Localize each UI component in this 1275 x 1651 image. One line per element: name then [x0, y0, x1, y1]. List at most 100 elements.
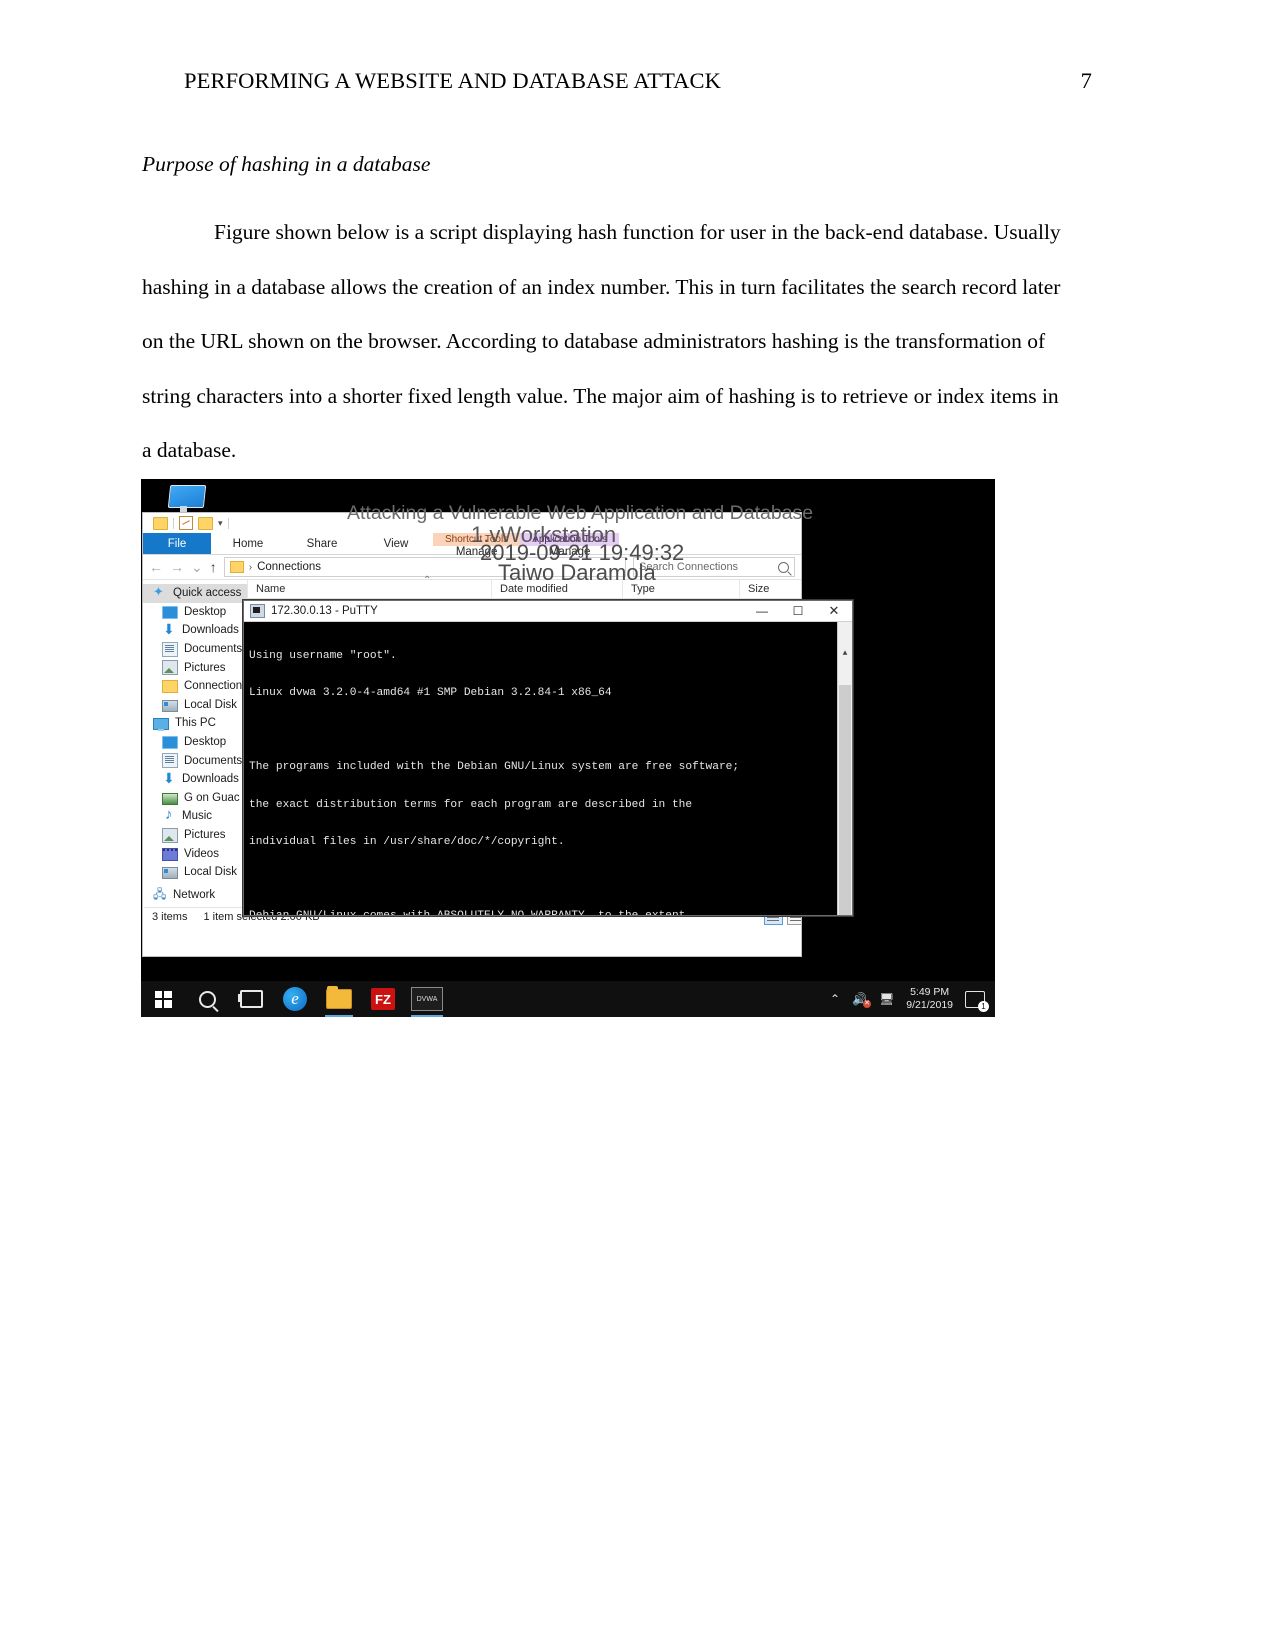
disk-icon [162, 699, 178, 712]
nav-item-label: Pictures [184, 661, 226, 674]
nav-item-quick-access[interactable]: Quick access [143, 584, 247, 603]
putty-terminal[interactable]: Using username "root". Linux dvwa 3.2.0-… [244, 622, 852, 915]
tab-view[interactable]: View [359, 533, 433, 554]
active-indicator [411, 1015, 443, 1017]
up-icon[interactable]: ↑ [210, 559, 217, 575]
terminal-scrollbar[interactable]: ▲ ▼ [837, 622, 852, 915]
muted-badge: ✕ [863, 1000, 872, 1008]
column-header-name[interactable]: Name [248, 580, 491, 598]
close-button[interactable]: ✕ [816, 602, 852, 621]
navigation-pane[interactable]: Quick access Desktop Downloads Documents… [143, 580, 248, 926]
nav-item-music[interactable]: Music [143, 806, 247, 826]
nav-item-local-disk[interactable]: Local Disk [143, 696, 247, 715]
breadcrumb-connections[interactable]: Connections [257, 561, 321, 573]
terminal-line: Debian GNU/Linux comes with ABSOLUTELY N… [249, 910, 852, 915]
start-button[interactable] [141, 981, 185, 1017]
search-placeholder: Search Connections [639, 561, 739, 573]
nav-item-label: Downloads [182, 773, 239, 786]
pictures-icon [162, 827, 178, 843]
putty-icon [250, 604, 265, 618]
chevron-down-icon[interactable]: ▾ [218, 518, 223, 529]
putty-button[interactable]: DVWA [405, 981, 449, 1017]
nav-item-pictures-pc[interactable]: Pictures [143, 826, 247, 845]
task-view-icon [237, 990, 263, 1008]
nav-item-connections[interactable]: Connections [143, 677, 247, 696]
tab-home[interactable]: Home [211, 533, 285, 554]
search-input[interactable]: Search Connections [633, 557, 795, 577]
nav-item-label: Quick access [173, 587, 242, 600]
network-icon[interactable]: 🖥 [879, 992, 894, 1006]
nav-item-local-disk-pc[interactable]: Local Disk [143, 863, 247, 882]
tab-manage-application[interactable]: Manage [520, 546, 619, 558]
nav-item-documents-pc[interactable]: Documents [143, 751, 247, 770]
column-header-row[interactable]: Name Date modified Type Size ⌃ [248, 575, 801, 599]
terminal-line: the exact distribution terms for each pr… [249, 798, 693, 811]
back-icon[interactable]: ← [149, 559, 163, 575]
toolbar-divider [173, 517, 174, 529]
forward-icon[interactable]: → [170, 559, 184, 575]
tab-file[interactable]: File [143, 533, 211, 554]
nav-item-label: Music [182, 810, 213, 823]
window-controls[interactable]: — ☐ ✕ [744, 602, 852, 621]
maximize-button[interactable]: ☐ [780, 602, 816, 621]
section-subheading: Purpose of hashing in a database [142, 152, 431, 176]
nav-item-videos[interactable]: Videos [143, 844, 247, 863]
tab-share[interactable]: Share [285, 533, 359, 554]
nav-item-label: Desktop [184, 736, 227, 749]
minimize-button[interactable]: — [744, 602, 780, 621]
scroll-thumb[interactable] [839, 684, 851, 915]
terminal-line: The programs included with the Debian GN… [249, 761, 740, 774]
show-hidden-icons-chevron-icon[interactable]: ⌃ [830, 992, 840, 1006]
running-head-title: PERFORMING A WEBSITE AND DATABASE ATTACK [184, 68, 721, 93]
properties-icon[interactable] [179, 516, 193, 530]
new-folder-icon[interactable] [198, 516, 213, 530]
nav-item-desktop-pc[interactable]: Desktop [143, 733, 247, 752]
sort-ascending-icon: ⌃ [423, 575, 432, 586]
putty-window[interactable]: 172.30.0.13 - PuTTY — ☐ ✕ Using username… [243, 600, 853, 916]
notification-badge: 1 [978, 1000, 989, 1012]
recent-locations-icon[interactable]: ⌄ [191, 559, 203, 576]
address-bar[interactable]: ← → ⌄ ↑ › Connections Search Connections [143, 555, 801, 580]
search-button[interactable] [185, 981, 229, 1017]
address-input[interactable]: › Connections [223, 557, 626, 577]
nav-item-pictures[interactable]: Pictures [143, 658, 247, 677]
action-center-icon[interactable]: 1 [965, 990, 989, 1012]
windows-taskbar[interactable]: e FZ DVWA ⌃ 🔊 ✕ 🖥 5:49 PM 9/21/2019 1 [141, 981, 995, 1017]
column-header-date-modified[interactable]: Date modified [491, 580, 622, 598]
pictures-icon [162, 660, 178, 676]
search-icon[interactable] [778, 561, 789, 573]
paragraph-text: Figure shown below is a script displayin… [142, 220, 1061, 462]
nav-item-this-pc[interactable]: This PC [143, 714, 247, 733]
nav-item-label: Videos [184, 847, 219, 860]
contextual-group-title: Shortcut Tools [433, 533, 521, 546]
folder-icon[interactable] [153, 516, 168, 530]
clock[interactable]: 5:49 PM 9/21/2019 [906, 986, 953, 1012]
task-view-button[interactable] [229, 981, 273, 1017]
chevron-right-icon[interactable]: › [249, 562, 252, 573]
ribbon-tab-bar[interactable]: File Home Share View Shortcut Tools Mana… [143, 533, 801, 558]
nav-item-downloads[interactable]: Downloads [143, 621, 247, 640]
system-tray[interactable]: ⌃ 🔊 ✕ 🖥 5:49 PM 9/21/2019 1 [830, 986, 995, 1012]
quick-access-toolbar[interactable]: ▾ [143, 513, 801, 533]
edge-button[interactable]: e [273, 981, 317, 1017]
nav-item-desktop[interactable]: Desktop [143, 603, 247, 622]
nav-item-network[interactable]: Network [143, 885, 247, 906]
tab-manage-shortcut[interactable]: Manage [433, 546, 520, 558]
nav-item-downloads-pc[interactable]: Downloads [143, 770, 247, 789]
folder-icon [229, 561, 244, 573]
search-icon [198, 990, 216, 1008]
putty-title-bar[interactable]: 172.30.0.13 - PuTTY — ☐ ✕ [244, 601, 852, 622]
filezilla-button[interactable]: FZ [361, 981, 405, 1017]
volume-icon[interactable]: 🔊 ✕ [852, 992, 872, 1008]
download-icon [162, 770, 176, 787]
nav-item-g-on-guac[interactable]: G on Guac [143, 789, 247, 808]
folder-icon [162, 680, 178, 694]
column-header-type[interactable]: Type [622, 580, 739, 598]
nav-item-documents[interactable]: Documents [143, 640, 247, 659]
contextual-group-title: Application Tools [520, 533, 620, 546]
scroll-up-icon[interactable]: ▲ [838, 647, 852, 660]
folder-icon [326, 986, 352, 1009]
file-explorer-button[interactable] [317, 981, 361, 1017]
column-header-size[interactable]: Size [739, 580, 801, 598]
contextual-group-shortcut-tools: Shortcut Tools Manage [433, 533, 521, 558]
